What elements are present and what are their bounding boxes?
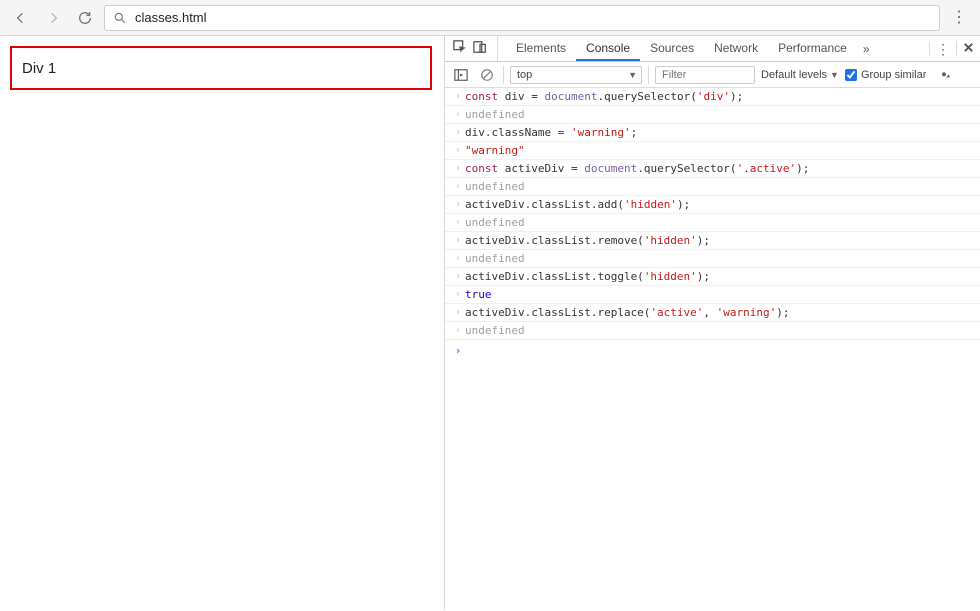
context-label: top — [517, 69, 532, 81]
console-text: undefined — [465, 216, 525, 229]
url-input[interactable] — [135, 10, 931, 25]
browser-toolbar: ⋮ — [0, 0, 980, 36]
tab-sources[interactable]: Sources — [640, 36, 704, 61]
console-input-line: ›activeDiv.classList.add('hidden'); — [445, 196, 980, 214]
prompt-out-icon: ‹ — [451, 109, 465, 120]
console-text: activeDiv.classList.toggle('hidden'); — [465, 270, 710, 283]
console-output-line: ‹"warning" — [445, 142, 980, 160]
console-text: activeDiv.classList.add('hidden'); — [465, 198, 690, 211]
levels-label: Default levels — [761, 69, 827, 81]
console-filter-input[interactable] — [655, 66, 755, 84]
chrome-menu-button[interactable]: ⋮ — [946, 5, 972, 31]
div-1-box: Div 1 — [10, 46, 432, 90]
tab-network[interactable]: Network — [704, 36, 768, 61]
console-input-line: ›activeDiv.classList.toggle('hidden'); — [445, 268, 980, 286]
prompt-out-icon: ‹ — [451, 289, 465, 300]
clear-console-button[interactable] — [477, 65, 497, 85]
console-prompt[interactable]: › — [445, 340, 980, 358]
console-text: undefined — [465, 324, 525, 337]
console-text: div.className = 'warning'; — [465, 126, 637, 139]
group-similar-label: Group similar — [861, 69, 926, 81]
console-text: undefined — [465, 108, 525, 121]
console-output-line: ‹true — [445, 286, 980, 304]
console-input-line: ›div.className = 'warning'; — [445, 124, 980, 142]
toggle-device-icon[interactable] — [473, 40, 487, 57]
close-devtools-button[interactable] — [963, 42, 974, 56]
group-similar-toggle[interactable]: Group similar — [845, 69, 926, 81]
devtools-panel: Elements Console Sources Network Perform… — [444, 36, 980, 610]
caret-down-icon: ▼ — [628, 70, 637, 80]
console-input-line: ›activeDiv.classList.replace('active', '… — [445, 304, 980, 322]
console-input-line: ›const activeDiv = document.querySelecto… — [445, 160, 980, 178]
log-levels-select[interactable]: Default levels ▼ — [761, 69, 839, 81]
tab-performance[interactable]: Performance — [768, 36, 857, 61]
prompt-in-icon: › — [451, 127, 465, 138]
console-text: const div = document.querySelector('div'… — [465, 90, 743, 103]
prompt-out-icon: ‹ — [451, 217, 465, 228]
console-text: "warning" — [465, 144, 525, 157]
console-text: activeDiv.classList.remove('hidden'); — [465, 234, 710, 247]
forward-button[interactable] — [40, 5, 66, 31]
tab-console[interactable]: Console — [576, 36, 640, 61]
console-output-line: ‹undefined — [445, 214, 980, 232]
div-1-text: Div 1 — [22, 60, 56, 77]
prompt-in-icon: › — [451, 163, 465, 174]
page-content: Div 1 — [0, 36, 444, 610]
console-output-line: ‹undefined — [445, 250, 980, 268]
group-similar-checkbox[interactable] — [845, 69, 857, 81]
console-output-line: ‹undefined — [445, 178, 980, 196]
console-text: const activeDiv = document.querySelector… — [465, 162, 809, 175]
prompt-out-icon: ‹ — [451, 181, 465, 192]
console-text: activeDiv.classList.replace('active', 'w… — [465, 306, 790, 319]
console-toolbar: top ▼ Default levels ▼ Group similar — [445, 62, 980, 88]
tab-overflow[interactable]: » — [857, 36, 876, 61]
prompt-in-icon: › — [451, 271, 465, 282]
prompt-icon: › — [451, 344, 465, 357]
console-input-line: ›const div = document.querySelector('div… — [445, 88, 980, 106]
devtools-tab-bar: Elements Console Sources Network Perform… — [445, 36, 980, 62]
console-output-line: ‹undefined — [445, 322, 980, 340]
prompt-out-icon: ‹ — [451, 253, 465, 264]
console-text: undefined — [465, 252, 525, 265]
inspect-element-icon[interactable] — [453, 40, 467, 57]
caret-down-icon: ▼ — [830, 70, 839, 80]
prompt-in-icon: › — [451, 199, 465, 210]
console-output[interactable]: ›const div = document.querySelector('div… — [445, 88, 980, 610]
back-button[interactable] — [8, 5, 34, 31]
console-text: true — [465, 288, 492, 301]
console-settings-button[interactable] — [934, 65, 954, 85]
prompt-in-icon: › — [451, 307, 465, 318]
search-icon — [113, 11, 127, 25]
prompt-out-icon: ‹ — [451, 325, 465, 336]
tab-elements[interactable]: Elements — [506, 36, 576, 61]
prompt-out-icon: ‹ — [451, 145, 465, 156]
console-input-line: ›activeDiv.classList.remove('hidden'); — [445, 232, 980, 250]
url-bar[interactable] — [104, 5, 940, 31]
execution-context-select[interactable]: top ▼ — [510, 66, 642, 84]
console-text: undefined — [465, 180, 525, 193]
console-output-line: ‹undefined — [445, 106, 980, 124]
prompt-in-icon: › — [451, 235, 465, 246]
console-sidebar-toggle[interactable] — [451, 65, 471, 85]
prompt-in-icon: › — [451, 91, 465, 102]
reload-button[interactable] — [72, 5, 98, 31]
